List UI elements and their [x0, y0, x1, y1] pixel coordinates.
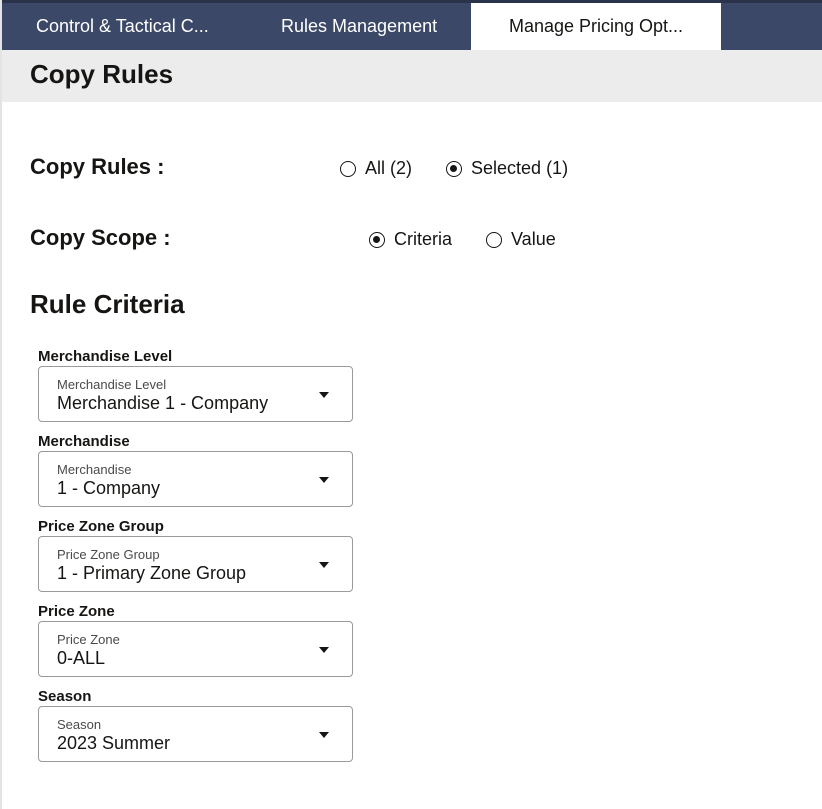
radio-label: Value — [511, 229, 556, 249]
merchandise-level-select[interactable]: Merchandise Level Merchandise 1 - Compan… — [38, 366, 353, 422]
select-value: Merchandise 1 - Company — [57, 393, 269, 413]
price-zone-label: Price Zone — [38, 603, 115, 620]
merchandise-select[interactable]: Merchandise 1 - Company — [38, 451, 353, 507]
select-inner-label: Price Zone — [57, 632, 120, 647]
copy-rules-all-radio[interactable]: All (2) — [340, 158, 412, 179]
select-value: 2023 Summer — [57, 733, 171, 753]
copy-rules-page: Control & Tactical C... Rules Management… — [0, 0, 822, 809]
select-value: 0-ALL — [57, 648, 106, 668]
tab-bar: Control & Tactical C... Rules Management… — [2, 0, 822, 50]
select-value: 1 - Primary Zone Group — [57, 563, 247, 583]
select-value: 1 - Company — [57, 478, 161, 498]
select-inner-label: Price Zone Group — [57, 547, 160, 562]
season-select[interactable]: Season 2023 Summer — [38, 706, 353, 762]
radio-circle-icon — [340, 160, 356, 177]
merchandise-label: Merchandise — [38, 433, 130, 450]
copy-scope-label: Copy Scope : — [30, 225, 171, 250]
radio-selected-icon — [446, 160, 463, 177]
caret-down-icon — [319, 392, 329, 398]
merchandise-level-label: Merchandise Level — [38, 348, 173, 365]
select-inner-label: Merchandise Level — [57, 377, 167, 392]
tab-control-tactical[interactable]: Control & Tactical C... — [36, 3, 209, 50]
copy-scope-value-radio[interactable]: Value — [486, 229, 556, 250]
copy-rules-selected-radio[interactable]: Selected (1) — [446, 158, 568, 179]
caret-down-icon — [319, 732, 329, 738]
price-zone-group-select[interactable]: Price Zone Group 1 - Primary Zone Group — [38, 536, 353, 592]
radio-label: Criteria — [394, 229, 453, 249]
radio-label: Selected (1) — [471, 158, 569, 178]
copy-scope-radio-group: Criteria Value — [369, 229, 556, 250]
price-zone-select[interactable]: Price Zone 0-ALL — [38, 621, 353, 677]
select-inner-label: Merchandise — [57, 462, 132, 477]
tab-rules-management[interactable]: Rules Management — [281, 3, 437, 50]
caret-down-icon — [319, 647, 329, 653]
season-label: Season — [38, 688, 92, 705]
page-title: Copy Rules — [30, 59, 174, 89]
caret-down-icon — [319, 477, 329, 483]
tab-manage-pricing-options[interactable]: Manage Pricing Opt... — [471, 3, 721, 50]
radio-circle-icon — [486, 231, 503, 248]
radio-label: All (2) — [365, 158, 413, 178]
select-inner-label: Season — [57, 717, 102, 732]
rule-criteria-title: Rule Criteria — [30, 289, 185, 319]
copy-rules-radio-group: All (2) Selected (1) — [340, 158, 568, 179]
radio-selected-icon — [369, 231, 385, 248]
caret-down-icon — [319, 562, 329, 568]
copy-scope-criteria-radio[interactable]: Criteria — [369, 229, 452, 250]
copy-rules-label: Copy Rules : — [30, 154, 165, 179]
price-zone-group-label: Price Zone Group — [38, 518, 164, 535]
